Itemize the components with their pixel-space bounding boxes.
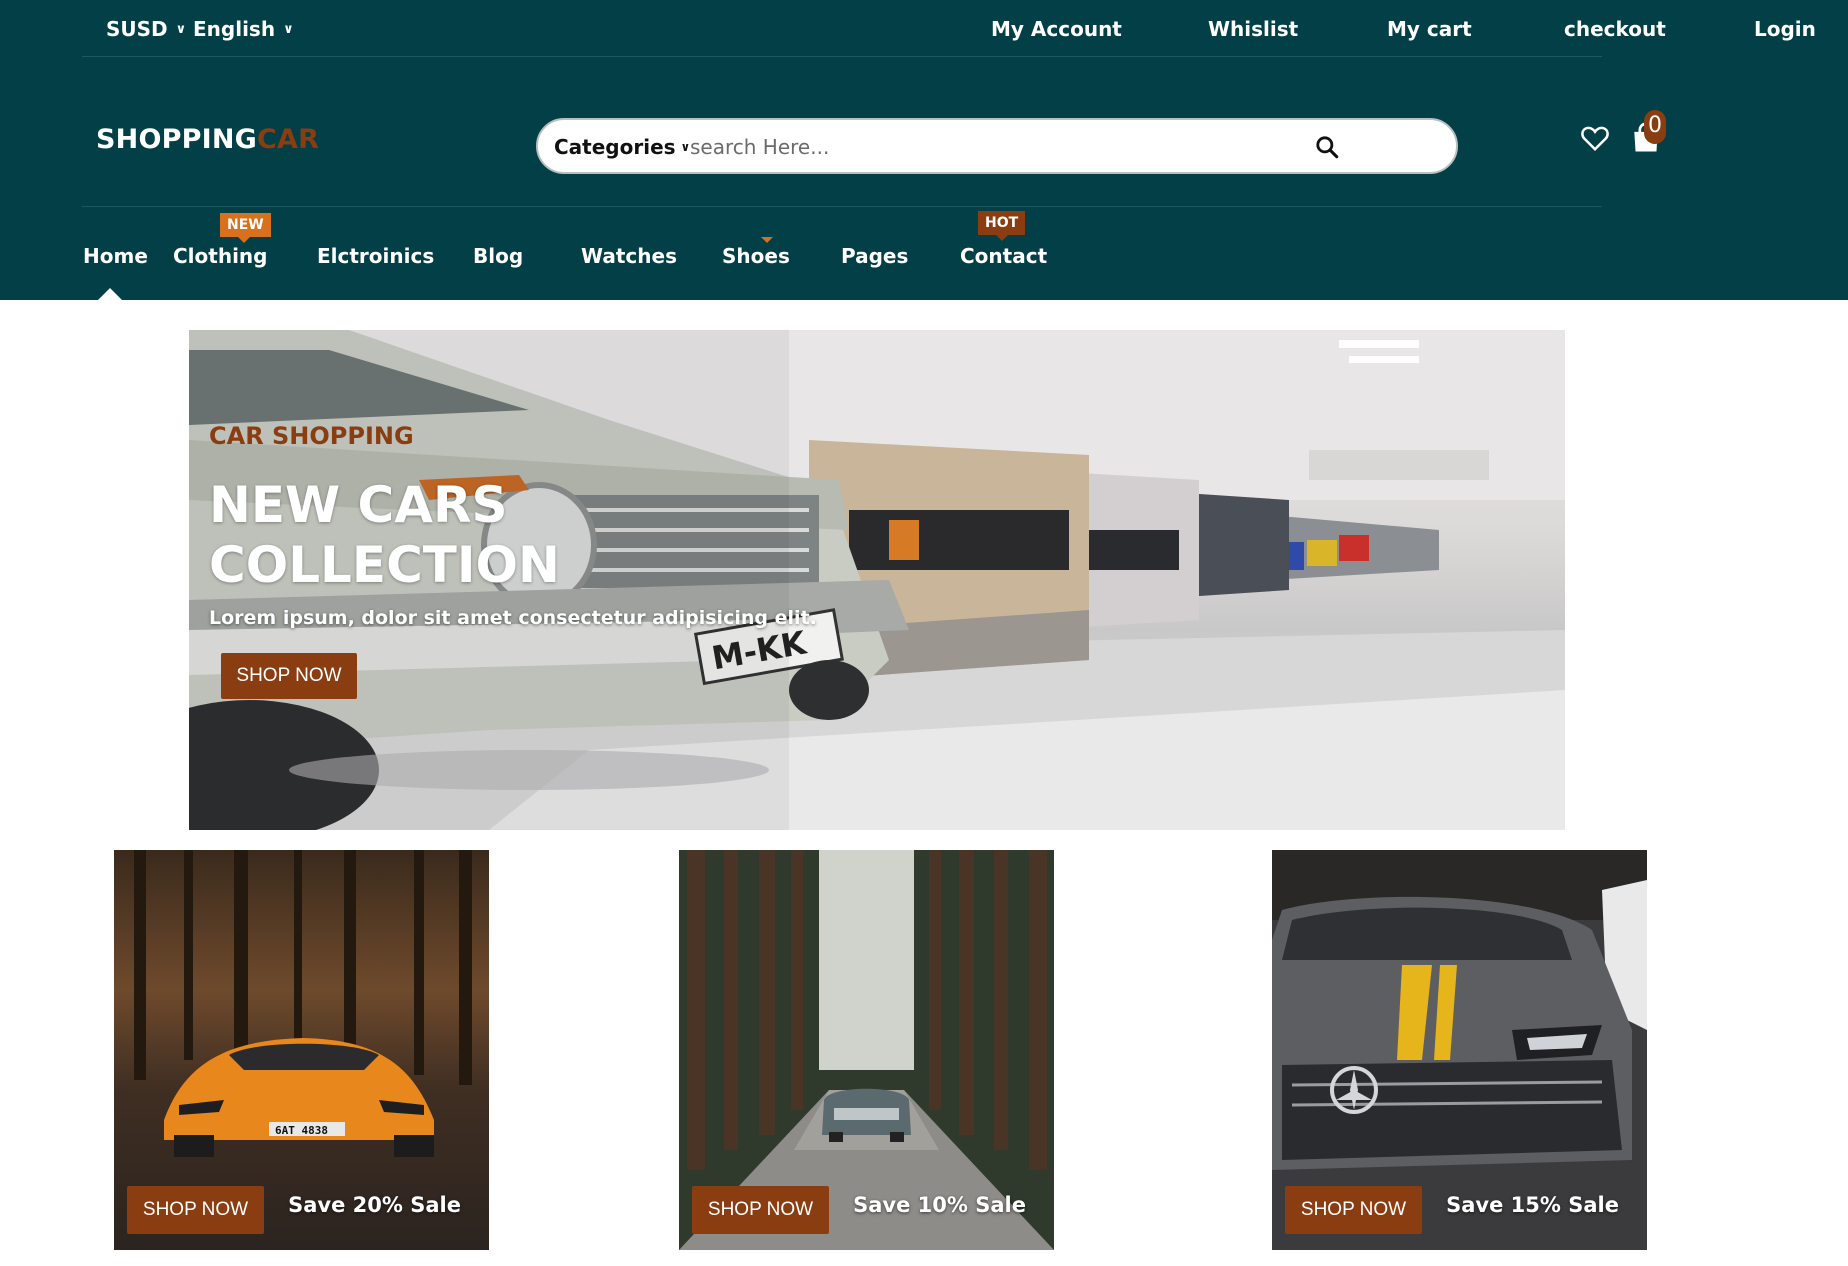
cart-count-badge: 0 — [1644, 110, 1666, 144]
hero-title-line1: NEW CARS — [209, 476, 508, 534]
my-cart-link[interactable]: My cart — [1387, 17, 1472, 41]
card-2-shop-now-button[interactable]: SHOP NOW — [692, 1186, 829, 1234]
categories-dropdown[interactable]: Categories ∨ — [554, 135, 690, 159]
logo-text-shopping: SHOPPING — [96, 124, 257, 155]
nav-electronics[interactable]: Elctroinics — [317, 244, 434, 268]
nav-shoes[interactable]: Shoes — [722, 244, 790, 268]
top-bar: SUSD ∨ English ∨ — [82, 0, 1602, 57]
hero-shop-now-button[interactable]: SHOP NOW — [221, 653, 357, 699]
nav-home[interactable]: Home — [83, 244, 148, 268]
hero-subtitle: CAR SHOPPING — [209, 422, 414, 450]
hero-title-line2: COLLECTION — [209, 536, 560, 594]
categories-label: Categories — [554, 135, 676, 159]
currency-label: SUSD — [106, 17, 168, 41]
card-1-sale-text: Save 20% Sale — [288, 1193, 461, 1217]
search-bar: Categories ∨ — [536, 118, 1458, 174]
card-2-sale-text: Save 10% Sale — [853, 1193, 1026, 1217]
checkout-link[interactable]: checkout — [1564, 17, 1666, 41]
card-3-shop-now-button[interactable]: SHOP NOW — [1285, 1186, 1422, 1234]
my-account-link[interactable]: My Account — [991, 17, 1122, 41]
language-label: English — [193, 17, 276, 41]
login-link[interactable]: Login — [1754, 17, 1816, 41]
search-icon[interactable] — [1314, 134, 1340, 160]
hero-banner: M-KK CAR SHOPPING NEW CARS COLLECTION Lo… — [189, 330, 1565, 830]
promo-card-2: SHOP NOW Save 10% Sale — [679, 850, 1054, 1250]
currency-selector[interactable]: SUSD ∨ — [106, 17, 186, 41]
heart-icon[interactable] — [1580, 124, 1610, 152]
site-logo[interactable]: SHOPPINGCAR — [96, 124, 319, 155]
hero-description: Lorem ipsum, dolor sit amet consectetur … — [209, 607, 817, 629]
chevron-down-icon: ∨ — [175, 22, 187, 37]
nav-pages[interactable]: Pages — [841, 244, 908, 268]
card-1-shop-now-button[interactable]: SHOP NOW — [127, 1186, 264, 1234]
chevron-down-icon: ∨ — [680, 140, 691, 154]
card-3-sale-text: Save 15% Sale — [1446, 1193, 1619, 1217]
active-nav-indicator — [98, 288, 122, 300]
hero-title: NEW CARS COLLECTION — [209, 475, 769, 595]
site-header: SUSD ∨ English ∨ My Account Whislist My ca… — [0, 0, 1848, 300]
nav-blog[interactable]: Blog — [473, 244, 523, 268]
language-selector[interactable]: English ∨ — [193, 17, 294, 41]
promo-card-1: 6AT 4838 SHOP NOW Save 20% Sale — [114, 850, 489, 1250]
search-input[interactable] — [690, 131, 1290, 163]
new-tag-badge: NEW — [220, 213, 271, 243]
nav-clothing[interactable]: Clothing — [173, 244, 267, 268]
logo-text-car: CAR — [256, 124, 320, 155]
svg-text:6AT 4838: 6AT 4838 — [275, 1124, 328, 1137]
header-divider — [82, 206, 1602, 207]
promo-card-3: SHOP NOW Save 15% Sale — [1272, 850, 1647, 1250]
wishlist-link[interactable]: Whislist — [1208, 17, 1298, 41]
nav-watches[interactable]: Watches — [581, 244, 677, 268]
shoes-marker — [761, 237, 773, 243]
nav-contact[interactable]: Contact — [960, 244, 1047, 268]
hot-tag-badge: HOT — [978, 211, 1026, 241]
chevron-down-icon: ∨ — [283, 22, 294, 37]
